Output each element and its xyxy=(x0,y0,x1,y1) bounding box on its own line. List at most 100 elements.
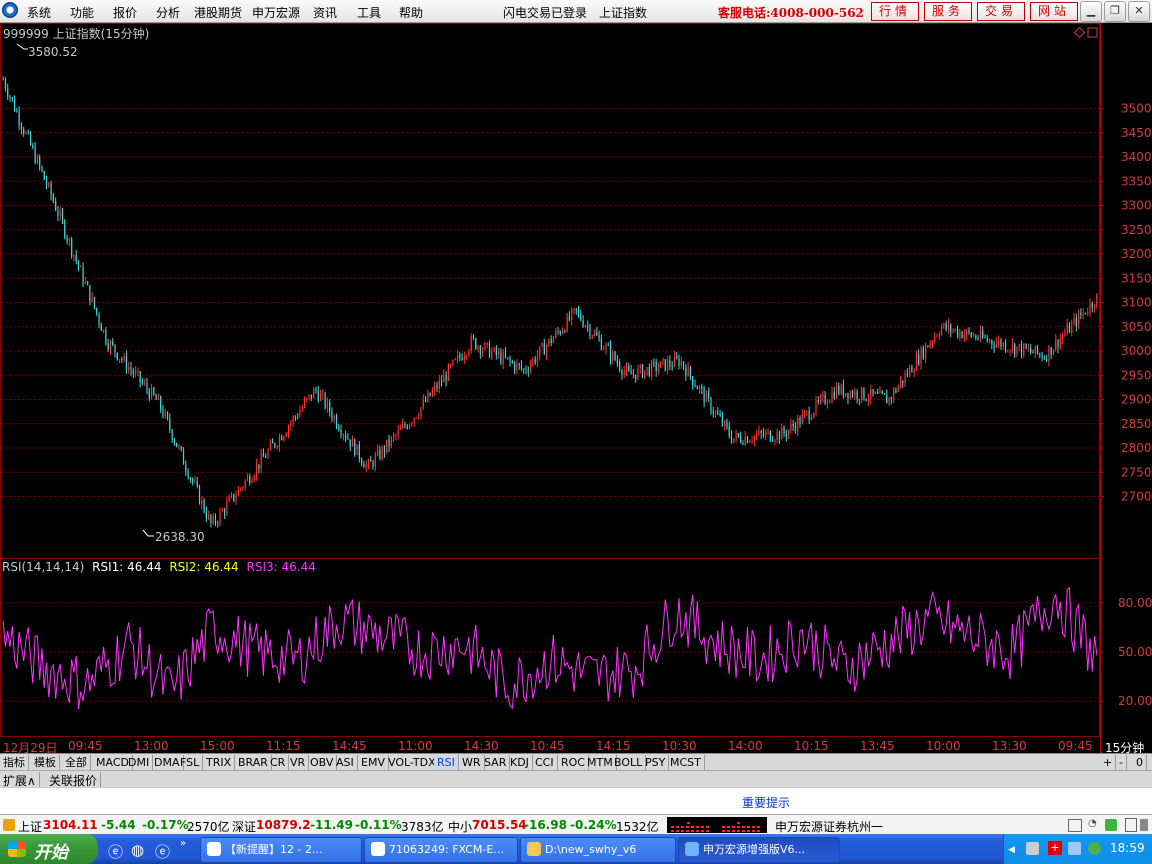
tab-mcst[interactable]: MCST xyxy=(667,755,705,770)
candle-body xyxy=(726,421,728,427)
tab-template[interactable]: 模板 xyxy=(31,755,60,770)
menu-system[interactable]: 系统 xyxy=(27,4,51,21)
candle-body xyxy=(185,464,187,472)
candle-body xyxy=(23,129,25,134)
folder-icon xyxy=(527,842,541,856)
ie-icon[interactable]: ⓔ xyxy=(108,841,123,862)
candle-body xyxy=(208,514,210,519)
tab-dmi[interactable]: DMI xyxy=(125,755,154,770)
candle-body xyxy=(826,403,829,405)
website-button[interactable]: 网站 xyxy=(1030,2,1078,21)
taskbar-task-fxcm[interactable]: 71063249: FXCM-E... xyxy=(364,837,518,863)
candle-body xyxy=(397,429,399,436)
rsi-axis: 80.00 50.00 20.00 xyxy=(1100,596,1152,708)
candle-body xyxy=(1041,354,1043,359)
candle-body xyxy=(961,331,963,339)
candle-body xyxy=(139,371,141,382)
menu-help[interactable]: 帮助 xyxy=(399,4,423,21)
taskbar-task-forum[interactable]: 【新提醒】12 - 2... xyxy=(200,837,362,863)
menu-hk-futures[interactable]: 港股期货 xyxy=(194,4,242,21)
candle-body xyxy=(762,433,765,436)
tab-cci[interactable]: CCI xyxy=(532,755,558,770)
antivirus-icon[interactable] xyxy=(1088,842,1101,855)
close-icon[interactable]: ✕ xyxy=(1128,1,1150,22)
candle-body xyxy=(80,266,82,268)
chrome-icon[interactable]: ◍ xyxy=(131,841,144,859)
reset-button[interactable]: 0 xyxy=(1133,755,1147,770)
market-button[interactable]: 行情 xyxy=(871,2,919,21)
menu-news[interactable]: 资讯 xyxy=(313,4,337,21)
tab-rsi[interactable]: RSI xyxy=(434,755,459,770)
price-tick-label: 2750 xyxy=(1121,465,1152,479)
start-button[interactable]: 开始 xyxy=(0,834,98,864)
kline-chart[interactable]: 3500 3450 3400 3350 3300 3250 3200 3150 3100 3050… xyxy=(0,23,1152,753)
tab-sar[interactable]: SAR xyxy=(481,755,511,770)
taskbar-task-folder[interactable]: D:\new_swhy_v6 xyxy=(520,837,676,863)
tab-boll[interactable]: BOLL xyxy=(611,755,647,770)
candle-body xyxy=(938,334,940,336)
tab-all[interactable]: 全部 xyxy=(62,755,91,770)
minimize-icon[interactable]: ▁ xyxy=(1080,1,1102,22)
tab-indicator[interactable]: 指标 xyxy=(0,755,29,770)
candle-body xyxy=(2,79,4,81)
tab-fsl[interactable]: FSL xyxy=(177,755,204,770)
taskbar-task-swhy[interactable]: 申万宏源增强版V6... xyxy=(678,837,840,863)
monitor-icon[interactable] xyxy=(1068,842,1081,855)
candle-body xyxy=(593,332,596,336)
candle-body xyxy=(194,481,196,483)
candle-body xyxy=(1059,338,1061,348)
candle-body xyxy=(682,361,685,368)
candle-body xyxy=(262,453,265,457)
time-tick: 10:15 xyxy=(794,739,829,753)
task-label: 申万宏源增强版V6... xyxy=(703,843,806,856)
trade-button[interactable]: 交易 xyxy=(977,2,1025,21)
candle-body xyxy=(386,439,388,453)
zoom-in-button[interactable]: + xyxy=(1100,755,1117,770)
quicklaunch-expand-icon[interactable]: » xyxy=(180,838,186,849)
candle-body xyxy=(783,427,785,434)
tab-trix[interactable]: TRIX xyxy=(203,755,236,770)
candle-body xyxy=(201,499,203,504)
tab-asi[interactable]: ASI xyxy=(333,755,358,770)
network-icon[interactable] xyxy=(1026,842,1039,855)
ie-icon-2[interactable]: ⓔ xyxy=(155,841,170,862)
candle-body xyxy=(105,329,107,344)
service-button[interactable]: 服务 xyxy=(924,2,972,21)
candle-body xyxy=(377,449,379,456)
tab-vr[interactable]: VR xyxy=(287,755,310,770)
menu-analysis[interactable]: 分析 xyxy=(156,4,180,21)
important-notice-link[interactable]: 重要提示 xyxy=(742,794,790,811)
tab-vol-tdx[interactable]: VOL-TDX xyxy=(385,755,440,770)
candle-body xyxy=(952,330,954,332)
candle-body xyxy=(338,426,340,431)
keyboard-icon[interactable] xyxy=(1068,819,1082,832)
signal-icon: ◔ xyxy=(1088,818,1097,829)
menu-tools[interactable]: 工具 xyxy=(357,4,381,21)
candle-body xyxy=(1066,324,1068,334)
candle-body xyxy=(557,331,559,333)
candle-body xyxy=(180,446,182,450)
menu-function[interactable]: 功能 xyxy=(70,4,94,21)
tab-cr[interactable]: CR xyxy=(267,755,290,770)
menu-swhy[interactable]: 申万宏源 xyxy=(252,4,300,21)
candle-body xyxy=(710,397,712,412)
candle-body xyxy=(4,79,7,89)
candle-body xyxy=(443,374,445,383)
tab-psy[interactable]: PSY xyxy=(642,755,670,770)
menu-quote[interactable]: 报价 xyxy=(113,4,137,21)
candle-body xyxy=(947,324,950,330)
candle-body xyxy=(87,281,89,286)
candle-body xyxy=(890,397,892,399)
zoom-out-button[interactable]: - xyxy=(1116,755,1127,770)
candle-body xyxy=(950,324,952,332)
restore-icon[interactable]: ❐ xyxy=(1104,1,1126,22)
service-hotline: 客服电话:4008-000-562 xyxy=(718,6,864,20)
tab-kdj[interactable]: KDJ xyxy=(507,755,533,770)
candle-body xyxy=(806,411,808,413)
diamond-icon[interactable] xyxy=(1073,26,1086,39)
maximize-panel-icon[interactable] xyxy=(1087,27,1098,38)
candle-body xyxy=(502,352,504,364)
tray-expand-icon[interactable]: ◀ xyxy=(1008,845,1015,855)
security-icon[interactable]: + xyxy=(1048,841,1062,855)
candle-body xyxy=(847,393,849,399)
